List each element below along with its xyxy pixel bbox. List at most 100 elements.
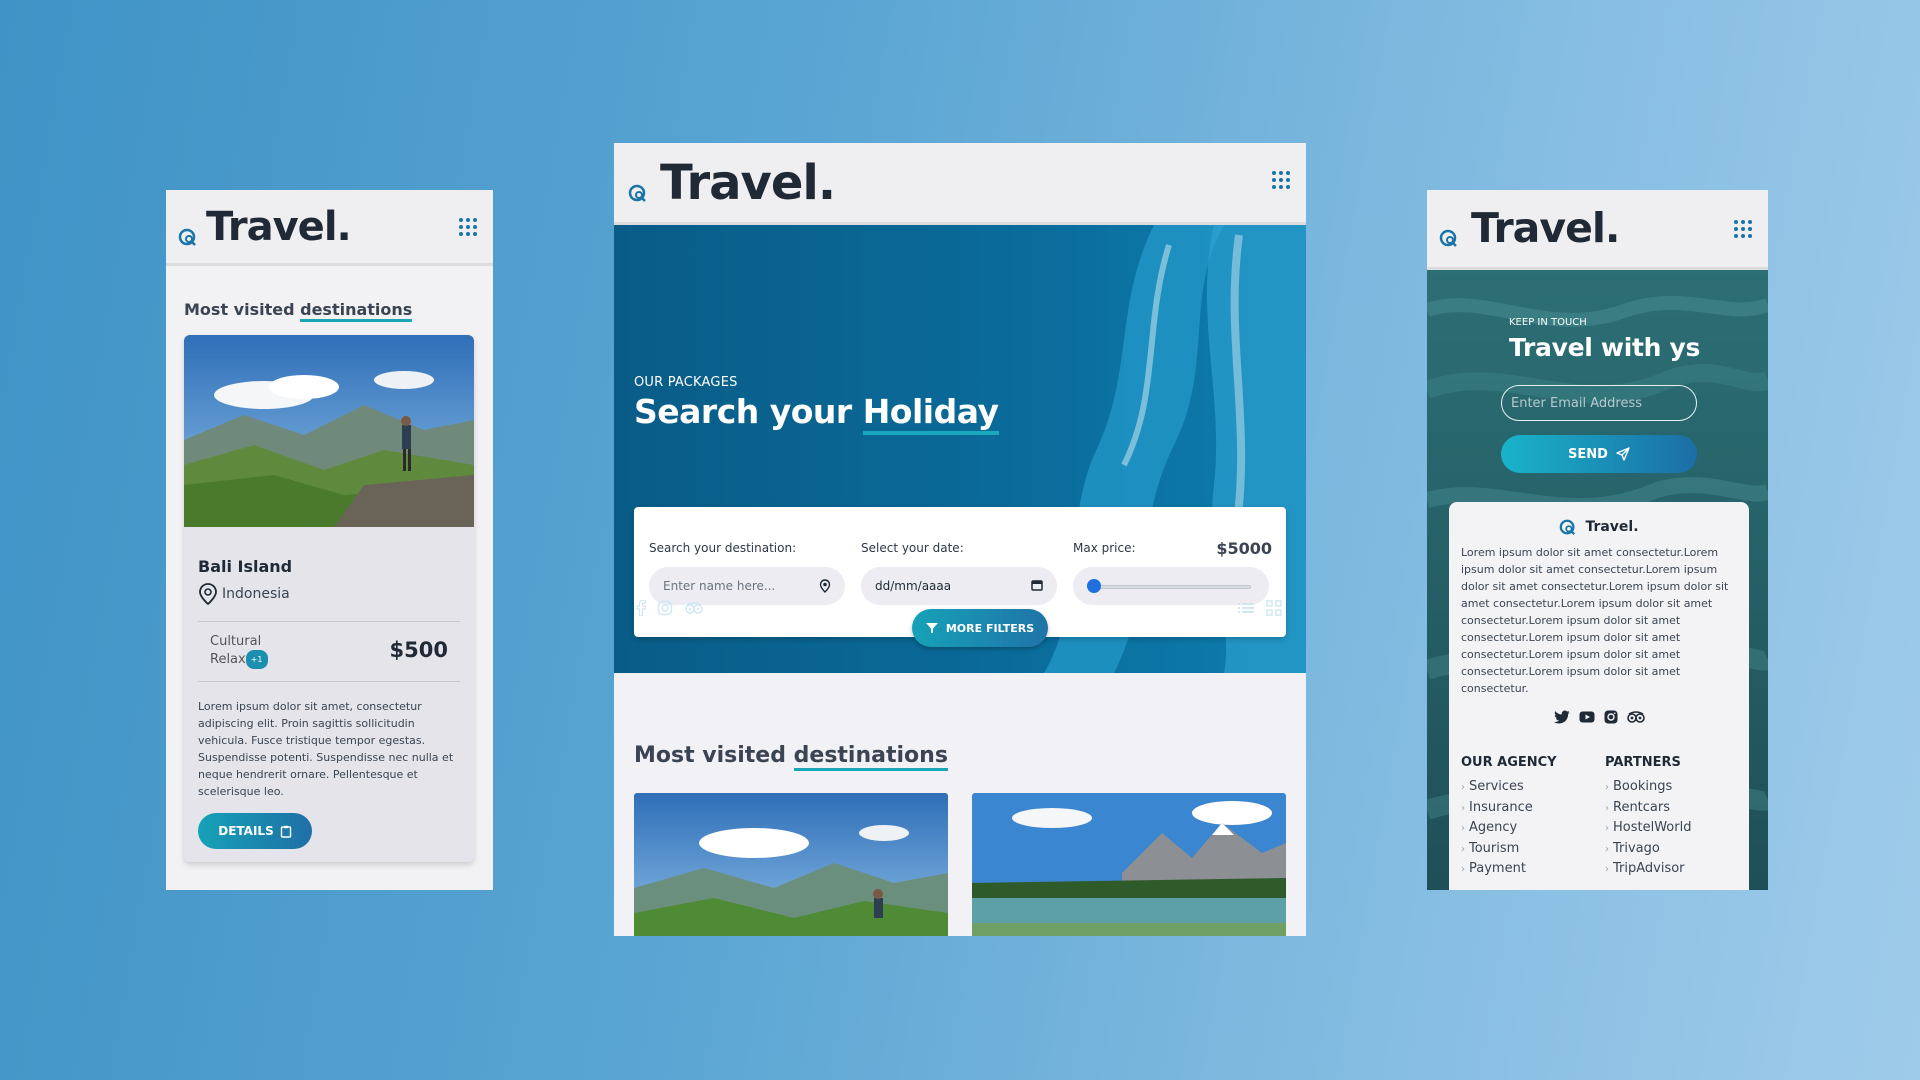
globe-search-icon xyxy=(178,228,196,246)
hero-title-highlight: Holiday xyxy=(862,392,999,435)
grid-view-icon[interactable] xyxy=(1266,600,1282,616)
chevron-right-icon: › xyxy=(1461,823,1465,834)
slider-track xyxy=(1097,585,1251,589)
chevron-right-icon: › xyxy=(1605,782,1609,793)
calendar-icon[interactable] xyxy=(1031,579,1043,591)
footer-link[interactable]: › TripAdvisor xyxy=(1605,859,1691,880)
instagram-icon[interactable] xyxy=(1604,710,1618,724)
footer-link[interactable]: › Bookings xyxy=(1605,777,1691,798)
location-pin-icon xyxy=(199,583,217,605)
search-form: Search your destination: Enter name here… xyxy=(634,507,1286,647)
footer-link[interactable]: › Trivago xyxy=(1605,839,1691,860)
mobile-footer-view: Travel. KEEP IN TOUCH Travel with ys Ent… xyxy=(1427,190,1768,890)
brand-logo[interactable]: Travel. xyxy=(206,204,352,250)
destination-thumbnail[interactable] xyxy=(972,793,1286,936)
divider xyxy=(198,621,460,622)
grid-menu-icon[interactable] xyxy=(1734,220,1752,238)
instagram-icon[interactable] xyxy=(657,600,673,616)
agency-heading: OUR AGENCY xyxy=(1461,755,1557,770)
chevron-right-icon: › xyxy=(1461,782,1465,793)
destination-thumbnail[interactable] xyxy=(634,793,948,936)
footer-social-links xyxy=(1449,710,1749,724)
view-toggle xyxy=(1238,600,1282,616)
partner-links: PARTNERS › Bookings › Rentcars › HostelWorl… xyxy=(1605,755,1691,880)
footer-brand: Travel. xyxy=(1449,518,1749,536)
footer-link[interactable]: › Services xyxy=(1461,777,1557,798)
max-price-value: $5000 xyxy=(1216,539,1272,558)
hero-banner: OUR PACKAGES Search your Holiday Search … xyxy=(614,225,1306,673)
hero-title-prefix: Search your xyxy=(634,392,852,431)
filter-icon xyxy=(925,623,938,633)
section-title-prefix: Most visited xyxy=(634,743,786,768)
details-button[interactable]: DETAILS xyxy=(198,813,312,849)
email-placeholder: Enter Email Address xyxy=(1511,395,1642,411)
footer-link[interactable]: › Agency xyxy=(1461,818,1557,839)
destination-location: Indonesia xyxy=(198,583,290,605)
footer-description: Lorem ipsum dolor sit amet consectetur.L… xyxy=(1461,546,1729,695)
chevron-right-icon: › xyxy=(1605,823,1609,834)
destination-placeholder: Enter name here... xyxy=(663,579,776,593)
more-filters-label: MORE FILTERS xyxy=(945,621,1035,635)
divider xyxy=(198,681,460,682)
destination-tags: Cultural Relax +1 xyxy=(210,633,268,669)
footer-link[interactable]: › Rentcars xyxy=(1605,798,1691,819)
destination-card[interactable]: Bali Island Indonesia Cultural Relax +1 $… xyxy=(184,335,474,862)
chevron-right-icon: › xyxy=(1605,864,1609,875)
date-placeholder: dd/mm/aaaa xyxy=(875,579,952,593)
email-input[interactable]: Enter Email Address xyxy=(1501,385,1697,421)
destination-description: Lorem ipsum dolor sit amet, consectetur … xyxy=(198,700,454,798)
tag: Relax xyxy=(210,652,246,667)
date-input[interactable]: dd/mm/aaaa xyxy=(861,567,1057,605)
brand-logo[interactable]: Travel. xyxy=(660,155,836,211)
hero-title: Search your Holiday xyxy=(634,392,999,435)
destination-price: $500 xyxy=(389,638,448,662)
footer-brand-name: Travel. xyxy=(1585,519,1639,535)
brand-logo[interactable]: Travel. xyxy=(1471,204,1621,252)
slider-thumb[interactable] xyxy=(1087,579,1101,593)
partners-heading: PARTNERS xyxy=(1605,755,1681,770)
chevron-right-icon: › xyxy=(1461,864,1465,875)
newsletter-eyebrow: KEEP IN TOUCH xyxy=(1509,317,1587,328)
newsletter-title: Travel with ys xyxy=(1509,333,1701,362)
chevron-right-icon: › xyxy=(1605,802,1609,814)
section-title: Most visited destinations xyxy=(634,743,948,771)
chevron-right-icon: › xyxy=(1461,843,1465,855)
footer-link[interactable]: › Tourism xyxy=(1461,839,1557,860)
tripadvisor-icon[interactable] xyxy=(684,601,704,615)
footer-link[interactable]: › Insurance xyxy=(1461,798,1557,819)
footer-link[interactable]: › Payment xyxy=(1461,859,1557,880)
section-title: Most visited destinations xyxy=(184,300,413,322)
paper-plane-icon xyxy=(1616,447,1630,461)
grid-menu-icon[interactable] xyxy=(459,218,477,236)
destination-photo xyxy=(184,335,474,527)
price-label: Max price: xyxy=(1073,541,1136,555)
tripadvisor-icon[interactable] xyxy=(1626,710,1645,724)
section-title-highlight: destinations xyxy=(793,743,948,771)
footer-link[interactable]: › HostelWorld xyxy=(1605,818,1691,839)
send-label: SEND xyxy=(1568,446,1608,462)
facebook-icon[interactable] xyxy=(636,600,646,616)
list-view-icon[interactable] xyxy=(1238,602,1254,614)
destination-label: Search your destination: xyxy=(649,541,797,555)
section-title-prefix: Most visited xyxy=(184,300,295,319)
header: Travel. xyxy=(166,190,493,266)
more-tags-badge[interactable]: +1 xyxy=(245,650,268,669)
destination-name: Bali Island xyxy=(198,557,293,576)
globe-search-icon xyxy=(1560,519,1576,535)
location-pin-icon xyxy=(819,579,831,593)
social-links xyxy=(636,600,704,616)
send-button[interactable]: SEND xyxy=(1501,435,1697,473)
globe-search-icon xyxy=(628,184,646,202)
youtube-icon[interactable] xyxy=(1579,710,1595,724)
globe-search-icon xyxy=(1439,229,1457,247)
chevron-right-icon: › xyxy=(1605,843,1609,855)
grid-menu-icon[interactable] xyxy=(1272,171,1290,189)
more-filters-button[interactable]: MORE FILTERS xyxy=(912,609,1048,647)
location-text: Indonesia xyxy=(222,586,290,602)
twitter-icon[interactable] xyxy=(1553,710,1570,724)
agency-links: OUR AGENCY › Services › Insurance › Agency … xyxy=(1461,755,1557,880)
footer-card: Travel. Lorem ipsum dolor sit amet conse… xyxy=(1449,502,1749,890)
tag: Cultural xyxy=(210,634,262,649)
header: Travel. xyxy=(1427,190,1768,270)
section-title-highlight: destinations xyxy=(300,300,413,322)
